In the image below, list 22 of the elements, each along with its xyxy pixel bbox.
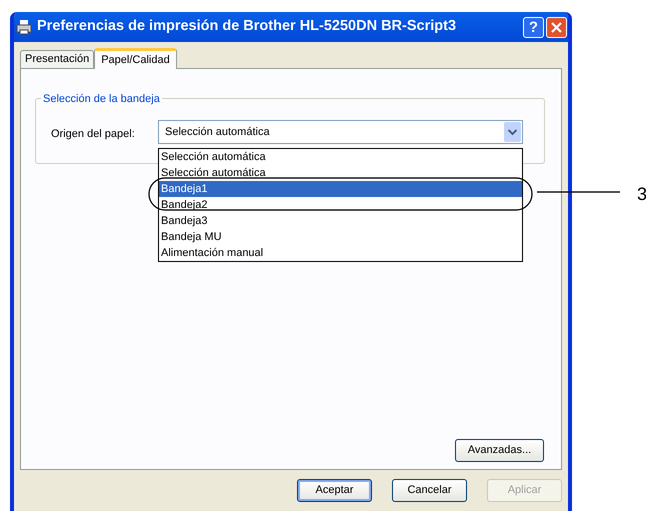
dropdown-option[interactable]: Bandeja2 [159, 197, 522, 213]
help-button[interactable]: ? [523, 16, 544, 38]
printer-icon [16, 19, 32, 35]
dialog-button[interactable]: Cancelar [392, 479, 467, 502]
window-title: Preferencias de impresión de Brother HL-5250DN BR-Script3 [37, 17, 458, 36]
dropdown-option[interactable]: Bandeja MU [159, 229, 522, 245]
dropdown-option[interactable]: Selección automática [159, 149, 522, 165]
dropdown-option[interactable]: Bandeja3 [159, 213, 522, 229]
close-icon [551, 22, 562, 32]
tab[interactable]: Papel/Calidad [94, 48, 177, 69]
close-button[interactable] [546, 16, 567, 38]
dialog-button[interactable]: Aceptar [297, 479, 372, 502]
paper-source-dropdown[interactable]: Selección automática [158, 120, 523, 144]
dropdown-option[interactable]: Alimentación manual [159, 245, 522, 261]
chevron-down-icon [504, 122, 521, 142]
group-title: Selección de la bandeja [41, 91, 162, 108]
tab[interactable]: Presentación [20, 50, 94, 68]
dropdown-option[interactable]: Bandeja1 [159, 181, 522, 197]
advanced-button[interactable]: Avanzadas... [455, 439, 544, 462]
field-label: Origen del papel: [51, 127, 135, 142]
callout-number: 3 [637, 183, 646, 206]
dropdown-option[interactable]: Selección automática [159, 165, 522, 181]
